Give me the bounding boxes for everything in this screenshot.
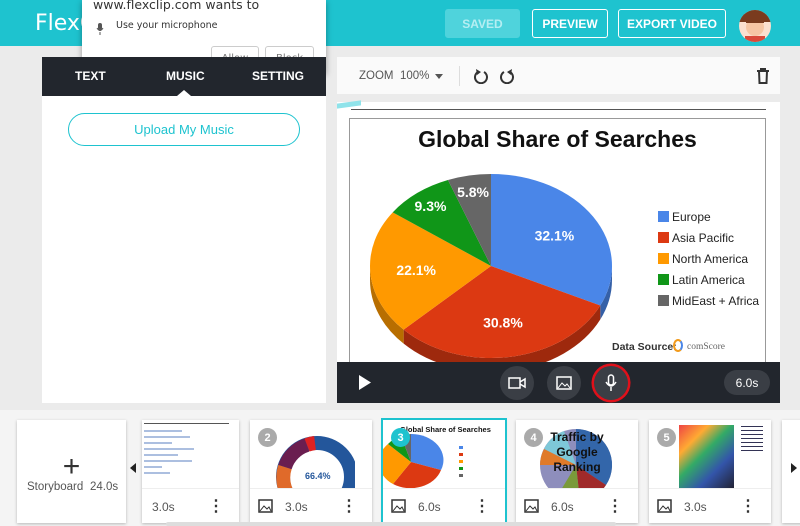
image-icon [524, 499, 539, 513]
undo-icon[interactable] [473, 68, 489, 84]
scene-card-5[interactable]: 5 3.0s ⋮ [649, 420, 771, 523]
scene-thumbnail [142, 420, 239, 488]
scene-thumbnail: 66.4% 2 [250, 420, 372, 488]
storyboard-label: Storyboard [27, 481, 84, 493]
export-video-button[interactable]: EXPORT VIDEO [618, 9, 726, 38]
redo-icon[interactable] [499, 68, 515, 84]
chevron-down-icon[interactable] [435, 74, 443, 79]
more-options-icon[interactable]: ⋮ [740, 496, 756, 516]
storyboard-total: 24.0s [90, 481, 119, 493]
legend-label: MidEast + Africa [672, 294, 759, 308]
avatar[interactable] [739, 10, 771, 42]
legend-label: Asia Pacific [672, 231, 734, 245]
scene-footer: 6.0s ⋮ [383, 488, 505, 523]
scene-footer: 3.0s ⋮ [250, 488, 372, 523]
pie-label: 9.3% [415, 198, 447, 214]
more-options-icon[interactable]: ⋮ [208, 496, 224, 516]
horizontal-scrollbar[interactable] [166, 522, 616, 526]
data-source-label: Data Source: [612, 341, 677, 353]
divider [459, 66, 460, 86]
thumb-text: 66.4% [305, 471, 331, 481]
scene-card-4[interactable]: Traffic by Google Ranking 4 6.0s ⋮ [516, 420, 638, 523]
scene-thumbnail: Traffic by Google Ranking 4 [516, 420, 638, 488]
scroll-right-icon[interactable] [791, 463, 797, 473]
trash-icon[interactable] [756, 68, 770, 84]
scene-footer: 6.0s ⋮ [516, 488, 638, 523]
slide-canvas[interactable]: Global Share of Searches 32.1% 30.8% 22.1%… [337, 100, 780, 363]
microphone-icon [605, 374, 617, 391]
scene-duration: 6.0s [418, 500, 441, 514]
legend-swatch [658, 274, 669, 285]
canvas-toolbar: ZOOM 100% [337, 57, 780, 94]
scene-thumbnail: Global Share of Searches 3 [383, 420, 505, 488]
video-camera-button[interactable] [500, 366, 534, 400]
scene-card-1[interactable]: 3.0s ⋮ [142, 420, 239, 523]
permission-text: Use your microphone [116, 20, 218, 31]
image-icon [657, 499, 672, 513]
legend-swatch [658, 295, 669, 306]
scene-thumbnail: 5 [649, 420, 771, 488]
zoom-select[interactable]: 100% [400, 70, 429, 82]
left-panel: TEXT MUSIC SETTING Upload My Music [42, 57, 326, 403]
legend-swatch [658, 232, 669, 243]
pie-label: 5.8% [457, 184, 489, 200]
scene-card-3[interactable]: Global Share of Searches 3 6.0s ⋮ [381, 418, 507, 525]
more-options-icon[interactable]: ⋮ [341, 496, 357, 516]
scene-footer: 3.0s ⋮ [142, 488, 239, 523]
more-options-icon[interactable]: ⋮ [474, 496, 490, 516]
saved-button[interactable]: SAVED [445, 9, 520, 38]
scene-duration: 3.0s [152, 500, 175, 514]
preview-button[interactable]: PREVIEW [532, 9, 608, 38]
pie-label: 32.1% [535, 228, 575, 244]
scene-card-2[interactable]: 66.4% 2 3.0s ⋮ [250, 420, 372, 523]
image-icon [556, 376, 572, 390]
data-source-brand: comScore [687, 342, 725, 352]
legend-label: North America [672, 252, 748, 266]
pie-chart: 32.1% 30.8% 22.1% 9.3% 5.8% Europe Asia Pacifi… [370, 174, 759, 363]
image-icon [258, 499, 273, 513]
scene-duration: 3.0s [684, 500, 707, 514]
pie-label: 22.1% [396, 262, 436, 278]
scene-footer: 3.0s ⋮ [649, 488, 771, 523]
image-icon [391, 499, 406, 513]
player-bar: 6.0s [337, 362, 780, 403]
zoom-label: ZOOM [359, 70, 394, 82]
selection-handle[interactable] [337, 100, 361, 109]
slide-line [351, 109, 766, 110]
legend-label: Europe [672, 210, 711, 224]
tab-text[interactable]: TEXT [75, 69, 106, 83]
tab-music[interactable]: MUSIC [166, 69, 205, 83]
play-icon[interactable] [359, 375, 371, 390]
chart-image: Global Share of Searches 32.1% 30.8% 22.1%… [349, 118, 766, 363]
plus-icon[interactable]: + [17, 450, 126, 484]
microphone-button[interactable] [594, 366, 628, 400]
popup-title: www.flexclip.com wants to [93, 0, 260, 12]
scroll-left-icon[interactable] [130, 463, 136, 473]
panel-tabs: TEXT MUSIC SETTING [42, 57, 326, 96]
more-options-icon[interactable]: ⋮ [607, 496, 623, 516]
duration-badge: 6.0s [724, 370, 770, 395]
tab-setting[interactable]: SETTING [252, 69, 304, 83]
thumb-text: Traffic by Google Ranking [550, 430, 604, 474]
scene-number: 3 [391, 428, 410, 447]
image-button[interactable] [547, 366, 581, 400]
legend-label: Latin America [672, 273, 745, 287]
video-camera-icon [508, 377, 526, 389]
upload-music-button[interactable]: Upload My Music [68, 113, 300, 146]
storyboard-strip: + Storyboard 24.0s 3.0s ⋮ 66.4% 2 3.0s ⋮… [0, 410, 800, 526]
scene-number: 4 [524, 428, 543, 447]
microphone-icon [96, 20, 104, 39]
thumb-text: Global Share of Searches [400, 425, 491, 434]
pie-label: 30.8% [483, 314, 523, 330]
active-tab-indicator [177, 90, 191, 96]
scene-duration: 6.0s [551, 500, 574, 514]
legend-swatch [658, 211, 669, 222]
scene-number: 2 [258, 428, 277, 447]
scene-duration: 3.0s [285, 500, 308, 514]
scene-number: 5 [657, 428, 676, 447]
comscore-logo-icon [673, 339, 683, 352]
legend-swatch [658, 253, 669, 264]
storyboard-add-card[interactable]: + Storyboard 24.0s [17, 420, 126, 523]
